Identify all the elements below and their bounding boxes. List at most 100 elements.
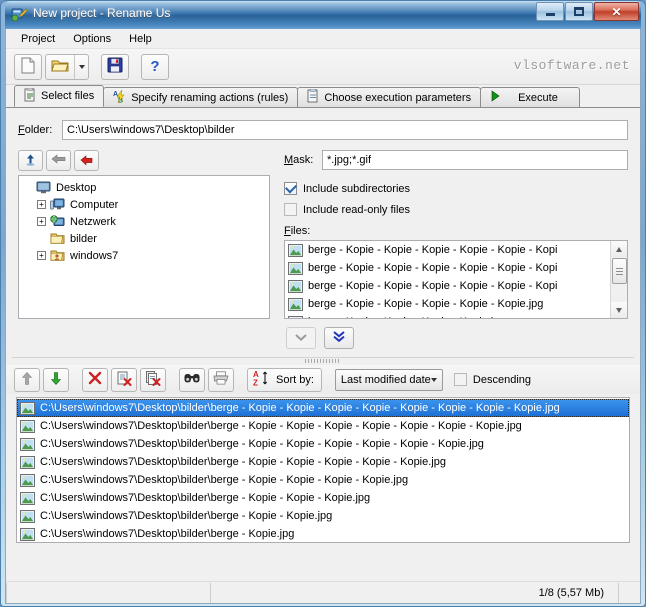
mask-label-rest: ask: <box>293 154 314 166</box>
table-row[interactable]: C:\Users\windows7\Desktop\bilder\berge -… <box>17 435 629 453</box>
table-row[interactable]: C:\Users\windows7\Desktop\bilder\berge -… <box>17 507 629 525</box>
table-row[interactable]: C:\Users\windows7\Desktop\bilder\berge -… <box>17 453 629 471</box>
tree-expander-icon[interactable]: + <box>37 251 46 260</box>
panel-splitter[interactable] <box>12 357 634 365</box>
tree-expander-icon[interactable]: + <box>37 217 46 226</box>
open-project-dropdown-button[interactable] <box>74 54 88 79</box>
open-project-button[interactable] <box>46 55 74 79</box>
scroll-down-button[interactable] <box>611 302 627 318</box>
close-icon: ✕ <box>611 4 622 19</box>
add-selected-button[interactable] <box>286 327 316 349</box>
file-path: C:\Users\windows7\Desktop\bilder\berge -… <box>40 474 409 486</box>
files-label-mnemonic: F <box>284 225 291 237</box>
menu-options[interactable]: Options <box>64 31 120 47</box>
scrollbar-thumb[interactable] <box>611 258 627 284</box>
descending-row[interactable]: Descending <box>453 373 531 386</box>
maximize-button[interactable] <box>565 2 593 21</box>
file-path: C:\Users\windows7\Desktop\bilder\berge -… <box>40 438 484 450</box>
minimize-button[interactable] <box>536 2 564 21</box>
back-button[interactable] <box>46 150 71 171</box>
tree-node-netzwerk[interactable]: + Netzwerk <box>21 213 267 230</box>
tab-specify-renaming-actions[interactable]: A B Specify renaming actions (rules) <box>103 87 299 107</box>
image-file-icon <box>288 261 303 275</box>
up-one-level-button[interactable] <box>18 150 43 171</box>
sort-by-label: Sort by: <box>276 373 314 386</box>
file-path: C:\Users\windows7\Desktop\bilder\berge -… <box>40 420 522 432</box>
sort-field-combobox[interactable]: Last modified date <box>334 368 443 391</box>
main-toolbar: ? vlsoftware.net <box>6 49 640 85</box>
list-item[interactable]: berge - Kopie - Kopie - Kopie - Kopie - … <box>285 277 627 295</box>
tree-expander-icon[interactable]: + <box>37 200 46 209</box>
save-disk-icon <box>107 57 123 76</box>
sort-field-value: Last modified date <box>340 373 431 386</box>
sort-by-button[interactable]: A Z Sort by: <box>247 367 322 392</box>
include-subdirectories-row[interactable]: Include subdirectories <box>284 179 628 198</box>
list-item[interactable]: berge - Kopie - Kopie - Kopie - Kopie - … <box>285 259 627 277</box>
refresh-button[interactable] <box>74 150 99 171</box>
image-file-icon <box>20 455 35 469</box>
status-count-panel: 1/8 (5,57 Mb) <box>210 582 618 603</box>
table-row[interactable]: C:\Users\windows7\Desktop\bilder\berge -… <box>17 471 629 489</box>
table-row[interactable]: C:\Users\windows7\Desktop\bilder\berge -… <box>17 489 629 507</box>
tree-node-computer[interactable]: + Computer <box>21 196 267 213</box>
folder-tree[interactable]: Desktop + Computer + Netzwerk bilder + w… <box>18 175 270 319</box>
save-project-button[interactable] <box>101 53 129 80</box>
menu-help[interactable]: Help <box>120 31 161 47</box>
find-button[interactable] <box>179 367 205 392</box>
status-left-panel <box>6 582 210 603</box>
help-button[interactable]: ? <box>141 53 169 80</box>
tab-execute[interactable]: Execute <box>480 87 580 107</box>
selected-files-list[interactable]: C:\Users\windows7\Desktop\bilder\berge -… <box>16 397 630 543</box>
close-button[interactable]: ✕ <box>594 2 639 21</box>
table-row[interactable]: C:\Users\windows7\Desktop\bilder\berge -… <box>17 399 629 417</box>
image-file-icon <box>288 243 303 257</box>
app-rename-icon <box>11 6 28 23</box>
grip-line <box>615 273 623 275</box>
include-subdirectories-checkbox[interactable] <box>284 181 297 195</box>
available-files-list[interactable]: berge - Kopie - Kopie - Kopie - Kopie - … <box>284 240 628 319</box>
files-list-scrollbar[interactable] <box>610 241 627 318</box>
open-project-split-button[interactable] <box>45 53 89 80</box>
remove-all-button[interactable] <box>140 367 166 392</box>
add-all-button[interactable] <box>324 327 354 349</box>
file-path: C:\Users\windows7\Desktop\bilder\berge -… <box>40 402 560 414</box>
tree-node-desktop[interactable]: Desktop <box>21 179 267 196</box>
descending-checkbox[interactable] <box>453 373 467 386</box>
folder-input[interactable]: C:\Users\windows7\Desktop\bilder <box>62 120 628 140</box>
application-window: New project - Rename Us ✕ Project Option… <box>0 0 646 607</box>
remove-selected-button[interactable] <box>111 367 137 392</box>
list-item[interactable]: berge - Kopie - Kopie - Kopie - Kopie.jp… <box>285 313 627 318</box>
folder-label-mnemonic: F <box>18 124 25 136</box>
network-icon <box>50 215 66 229</box>
include-readonly-row[interactable]: Include read-only files <box>284 200 628 219</box>
tree-node-bilder[interactable]: bilder <box>21 230 267 247</box>
status-resize-grip[interactable] <box>618 582 640 603</box>
user-folder-icon <box>50 249 66 263</box>
include-readonly-checkbox[interactable] <box>284 203 297 216</box>
menu-bar: Project Options Help <box>6 29 640 49</box>
image-file-icon <box>20 437 35 451</box>
mask-input[interactable]: *.jpg;*.gif <box>322 150 628 170</box>
tab-select-files[interactable]: Select files <box>14 85 105 107</box>
descending-label: Descending <box>472 373 531 386</box>
scroll-up-button[interactable] <box>611 241 627 257</box>
table-row[interactable]: C:\Users\windows7\Desktop\bilder\berge -… <box>17 417 629 435</box>
params-icon <box>307 88 319 106</box>
back-icon <box>51 153 66 168</box>
menu-project[interactable]: Project <box>12 31 64 47</box>
maximize-icon <box>574 7 584 16</box>
tab-choose-execution-parameters[interactable]: Choose execution parameters <box>297 87 482 107</box>
list-item[interactable]: berge - Kopie - Kopie - Kopie - Kopie - … <box>285 241 627 259</box>
tree-node-windows7[interactable]: + windows7 <box>21 247 267 264</box>
list-item[interactable]: berge - Kopie - Kopie - Kopie - Kopie - … <box>285 295 627 313</box>
print-button[interactable] <box>208 367 234 392</box>
transfer-buttons <box>284 327 628 349</box>
file-path: C:\Users\windows7\Desktop\bilder\berge -… <box>40 510 333 522</box>
move-up-button[interactable] <box>14 367 40 392</box>
table-row[interactable]: C:\Users\windows7\Desktop\bilder\berge -… <box>17 525 629 542</box>
triangle-down-icon <box>616 307 622 313</box>
remove-button[interactable] <box>82 367 108 392</box>
list-item-label: berge - Kopie - Kopie - Kopie - Kopie - … <box>308 298 544 310</box>
move-down-button[interactable] <box>43 367 69 392</box>
new-project-button[interactable] <box>14 53 42 80</box>
